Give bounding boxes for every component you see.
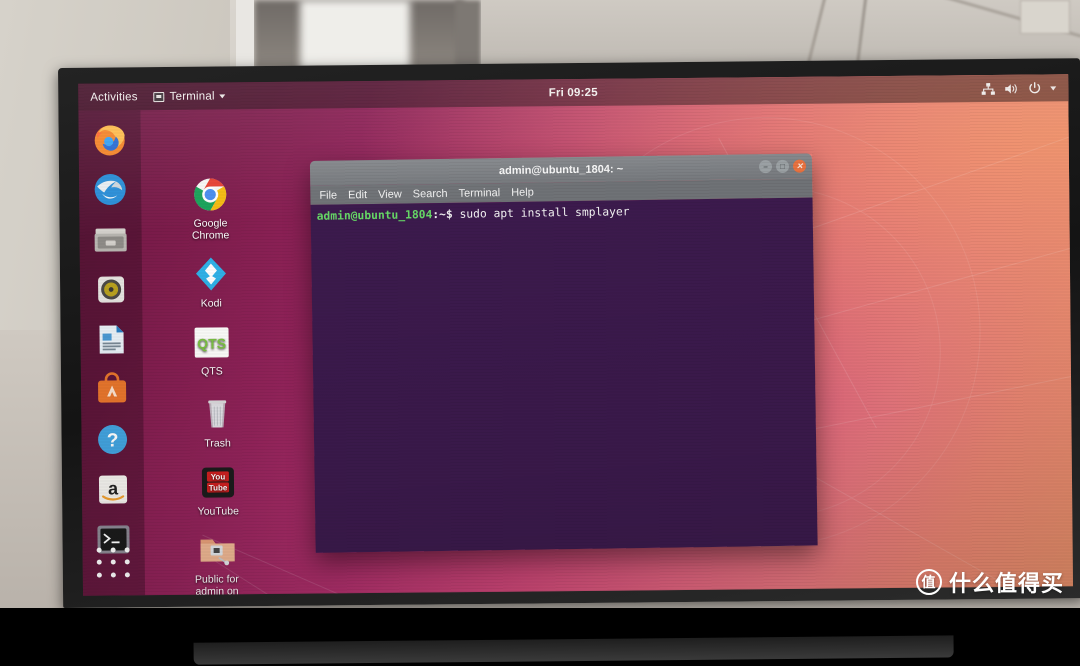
dock-item-libreoffice-writer[interactable] xyxy=(91,319,131,359)
desktop-icon-label: Public for xyxy=(178,573,256,586)
terminal-title-text: admin@ubuntu_1804: ~ xyxy=(499,163,623,177)
monitor: Activities Terminal Fri 09:25 xyxy=(58,58,1080,608)
desktop-icon-qts[interactable]: QTS QTS xyxy=(172,322,251,378)
window-controls: – □ ✕ xyxy=(759,160,806,174)
show-applications-button[interactable] xyxy=(94,545,132,579)
desktop-icon-youtube[interactable]: You Tube YouTube xyxy=(179,462,258,518)
svg-text:QTS: QTS xyxy=(197,335,226,351)
menu-terminal[interactable]: Terminal xyxy=(459,187,501,200)
menu-file[interactable]: File xyxy=(319,189,337,201)
terminal-prompt-line: admin@ubuntu_1804:~$ sudo apt install sm… xyxy=(317,202,807,224)
monitor-stand-bezel xyxy=(194,635,954,664)
door-frame xyxy=(236,0,254,72)
clock[interactable]: Fri 09:25 xyxy=(78,82,1068,104)
ubuntu-desktop-screen: Activities Terminal Fri 09:25 xyxy=(78,74,1073,595)
menu-search[interactable]: Search xyxy=(413,187,448,200)
menu-edit[interactable]: Edit xyxy=(348,189,367,201)
door-edge xyxy=(455,0,481,72)
svg-text:Tube: Tube xyxy=(209,483,228,492)
desktop-icon-label-2: Chrome xyxy=(172,229,250,242)
dock-item-ubuntu-software[interactable] xyxy=(92,369,132,409)
dock-item-firefox[interactable] xyxy=(89,119,129,159)
menu-view[interactable]: View xyxy=(378,188,402,200)
dock-item-rhythmbox[interactable] xyxy=(91,269,131,309)
watermark: 值 什么值得买 xyxy=(916,566,1064,598)
doorway-light xyxy=(300,0,410,70)
minimize-button[interactable]: – xyxy=(759,160,772,173)
network-folder-icon xyxy=(196,530,236,570)
ubuntu-dock: ? a xyxy=(78,110,145,596)
dock-item-thunderbird[interactable] xyxy=(90,169,130,209)
floor xyxy=(0,330,66,608)
youtube-icon: You Tube xyxy=(198,462,238,502)
prompt-user-host: admin@ubuntu_1804 xyxy=(317,208,433,223)
dock-item-amazon[interactable]: a xyxy=(93,469,133,509)
trash-icon xyxy=(197,394,237,434)
desktop-icon-label-2: admin on xyxy=(178,585,256,596)
dock-item-files[interactable] xyxy=(90,219,130,259)
desktop-icon-kodi[interactable]: Kodi xyxy=(172,254,251,310)
terminal-command: sudo apt install smplayer xyxy=(453,205,630,221)
svg-text:a: a xyxy=(108,478,119,498)
terminal-output-area[interactable]: admin@ubuntu_1804:~$ sudo apt install sm… xyxy=(311,197,818,552)
desktop-icon-label: YouTube xyxy=(179,505,257,518)
desktop-icon-label: Kodi xyxy=(172,297,250,310)
desktop-icon-label: Trash xyxy=(179,437,257,450)
kodi-icon xyxy=(191,254,231,294)
desktop-icon-google-chrome[interactable]: Google Chrome xyxy=(171,174,250,242)
qts-icon: QTS xyxy=(191,322,231,362)
watermark-text: 什么值得买 xyxy=(949,566,1064,598)
dock-item-help[interactable]: ? xyxy=(92,419,132,459)
maximize-button[interactable]: □ xyxy=(776,160,789,173)
terminal-window[interactable]: admin@ubuntu_1804: ~ – □ ✕ File Edit Vie… xyxy=(310,153,818,552)
wall-socket xyxy=(1020,0,1070,34)
desktop-icon-public-nas[interactable]: Public for admin on NAS5876... xyxy=(177,530,256,596)
watermark-badge: 值 xyxy=(916,569,942,595)
chrome-icon xyxy=(190,174,230,214)
close-button[interactable]: ✕ xyxy=(793,160,806,173)
svg-text:?: ? xyxy=(107,430,119,451)
desktop-icon-trash[interactable]: Trash xyxy=(178,394,257,450)
svg-text:You: You xyxy=(211,472,226,481)
menu-help[interactable]: Help xyxy=(511,186,534,198)
desktop-icon-label: Google xyxy=(171,217,249,230)
desktop-icon-label: QTS xyxy=(173,365,251,378)
prompt-path: :~$ xyxy=(432,208,453,221)
